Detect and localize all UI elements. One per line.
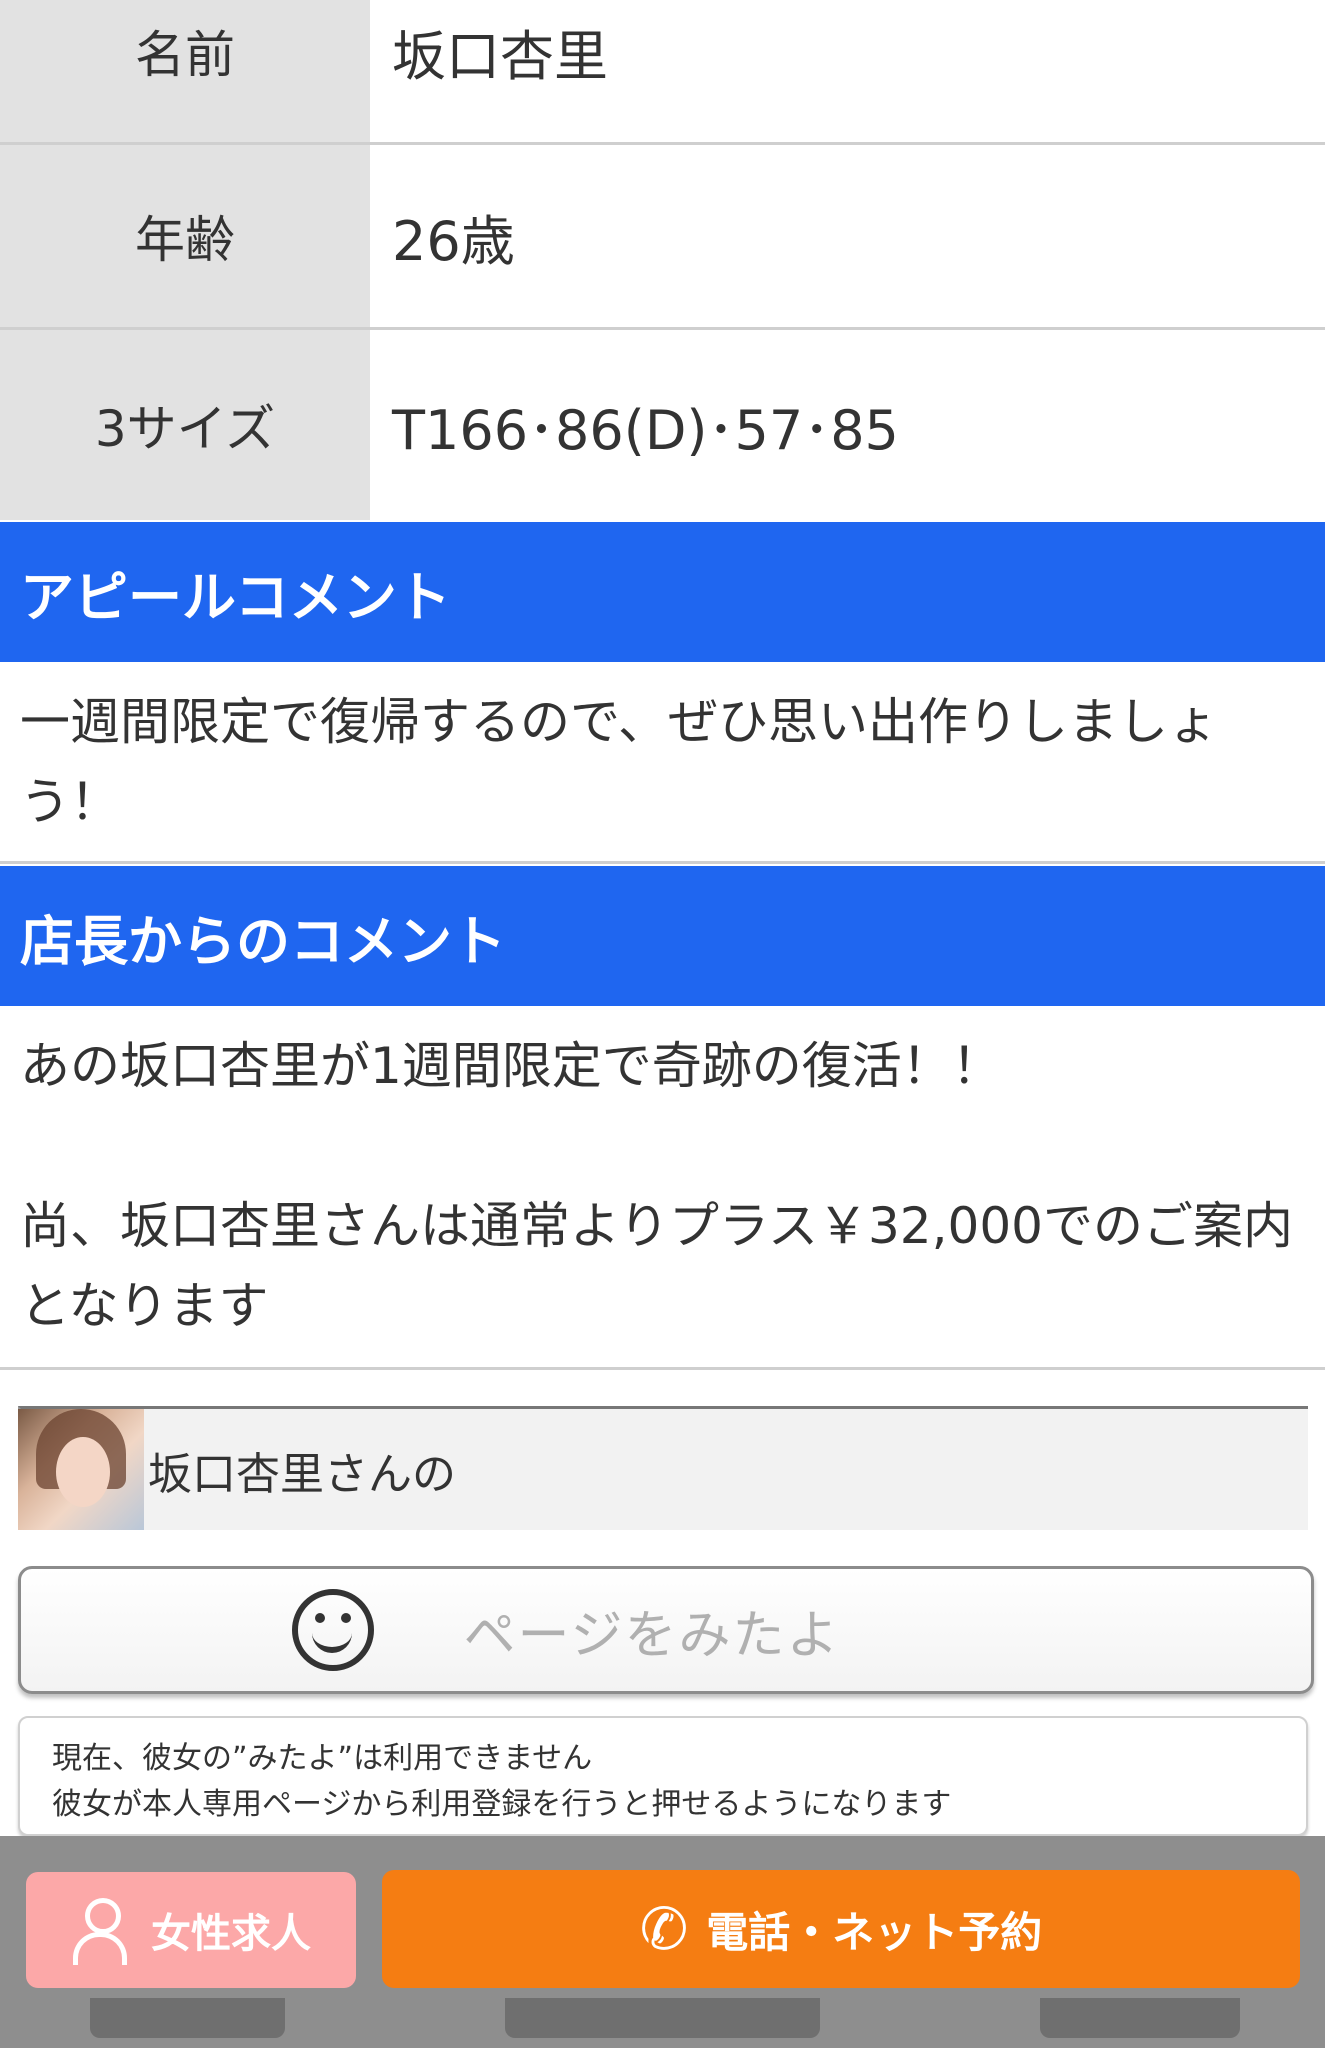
mitayo-title: 坂口杏里さんの	[148, 1448, 456, 1500]
notice-line: 現在、彼女の”みたよ”は利用できません	[52, 1741, 593, 1776]
manager-comment-line: 尚、坂口杏里さんは通常よりプラス￥32,000でのご案内となります	[20, 1197, 1293, 1335]
profile-row-name: 名前 坂口杏里	[0, 0, 1325, 145]
female-recruit-button[interactable]: 女性求人	[26, 1872, 356, 1988]
profile-label: 3サイズ	[0, 330, 370, 520]
mitayo-button[interactable]: ページをみたよ	[18, 1566, 1314, 1694]
manager-comment-line: あの坂口杏里が1週間限定で奇跡の復活！！	[20, 1037, 1002, 1095]
profile-thumbnail	[18, 1409, 144, 1530]
profile-row-sizes: 3サイズ T166･86(D)･57･85	[0, 330, 1325, 520]
phone-icon: ✆	[639, 1895, 689, 1963]
female-recruit-label: 女性求人	[151, 1911, 311, 1957]
notice-line: 彼女が本人専用ページから利用登録を行うと押せるようになります	[52, 1787, 952, 1822]
appeal-comment-body: 一週間限定で復帰するので、ぜひ思い出作りしましょう！	[0, 682, 1325, 864]
profile-table: 名前 坂口杏里 年齢 26歳 3サイズ T166･86(D)･57･85	[0, 0, 1325, 520]
person-icon	[71, 1898, 127, 1965]
profile-value: T166･86(D)･57･85	[392, 398, 899, 462]
manager-comment-header: 店長からのコメント	[0, 866, 1325, 1006]
profile-row-age: 年齢 26歳	[0, 145, 1325, 330]
profile-value: 26歳	[392, 209, 515, 273]
mitayo-box: 坂口杏里さんの	[18, 1406, 1308, 1530]
manager-comment-body: あの坂口杏里が1週間限定で奇跡の復活！！ 尚、坂口杏里さんは通常よりプラス￥32…	[0, 1026, 1325, 1370]
smiley-icon	[291, 1589, 374, 1671]
profile-label: 年齢	[0, 145, 370, 327]
reserve-label: 電話・ネット予約	[706, 1907, 1043, 1957]
appeal-comment-text: 一週間限定で復帰するので、ぜひ思い出作りしましょう！	[20, 693, 1218, 831]
phone-net-reserve-button[interactable]: ✆ 電話・ネット予約	[382, 1870, 1300, 1988]
profile-label: 名前	[0, 0, 370, 142]
appeal-comment-header: アピールコメント	[0, 522, 1325, 662]
mitayo-button-label: ページをみたよ	[463, 1605, 841, 1666]
mitayo-notice: 現在、彼女の”みたよ”は利用できません 彼女が本人専用ページから利用登録を行うと…	[18, 1716, 1308, 1836]
profile-value: 坂口杏里	[392, 24, 608, 88]
